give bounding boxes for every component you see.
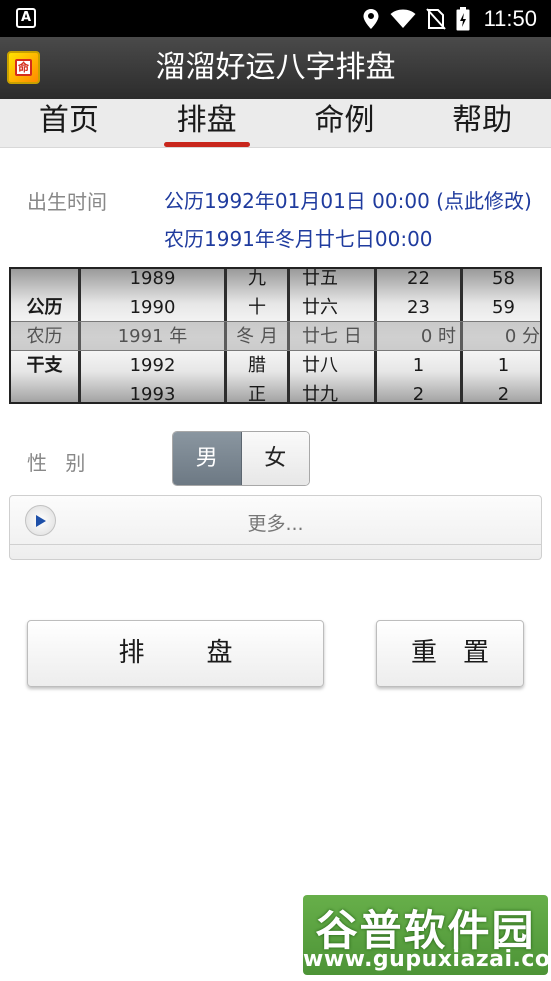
tab-paipan[interactable]: 排盘	[138, 99, 276, 147]
lunar-date-text: 农历1991年冬月廿七日00:00	[164, 227, 433, 251]
month-option[interactable]: 正	[227, 380, 287, 402]
day-option[interactable]: 廿五	[290, 269, 374, 293]
year-option[interactable]: 1989	[81, 269, 224, 293]
divider	[10, 544, 541, 545]
day-option[interactable]: 廿八	[290, 351, 374, 380]
location-icon	[362, 8, 380, 30]
tab-help[interactable]: 帮助	[413, 99, 551, 147]
gender-male-button[interactable]: 男	[173, 432, 242, 485]
solar-date-link[interactable]: 公历1992年01月01日 00:00 (点此修改)	[164, 185, 532, 214]
status-bar: A 11:50	[0, 0, 551, 37]
battery-charging-icon	[456, 6, 470, 31]
app-title: 溜溜好运八字排盘	[155, 50, 396, 85]
year-option[interactable]: 1990	[81, 293, 224, 322]
hour-option[interactable]: 22	[377, 269, 460, 293]
calculate-button[interactable]: 排盘	[27, 620, 324, 687]
year-option[interactable]: 1993	[81, 380, 224, 402]
picker-label-ganzhi: 干支	[26, 355, 63, 376]
minute-option[interactable]: 58	[463, 269, 540, 293]
month-option[interactable]: 腊	[227, 351, 287, 380]
picker-label-solar: 公历	[26, 297, 63, 318]
date-picker[interactable]: 公历 农历 干支 1989 1990 1991 年 1992 1993 九 十 …	[9, 267, 542, 404]
birth-time-label: 出生时间	[27, 190, 107, 214]
tab-cases[interactable]: 命例	[276, 99, 414, 147]
hour-option[interactable]: 1	[377, 351, 460, 380]
gender-label: 性 别	[27, 451, 92, 475]
title-bar: 命 溜溜好运八字排盘	[0, 37, 551, 99]
year-option[interactable]: 1992	[81, 351, 224, 380]
month-option[interactable]: 十	[227, 293, 287, 322]
watermark: 谷普软件园 www.gupuxiazai.com	[303, 895, 551, 975]
watermark-url: www.gupuxiazai.com	[303, 947, 551, 972]
day-option[interactable]: 廿六	[290, 293, 374, 322]
gender-female-button[interactable]: 女	[241, 432, 309, 485]
clock: 11:50	[483, 5, 537, 31]
day-option[interactable]: 廿九	[290, 380, 374, 402]
more-options-bar[interactable]: 更多...	[9, 495, 542, 560]
gender-toggle[interactable]: 男 女	[172, 431, 310, 486]
hour-option[interactable]: 2	[377, 380, 460, 402]
notification-icon: A	[16, 8, 36, 28]
wifi-icon	[390, 9, 416, 29]
month-option[interactable]: 九	[227, 269, 287, 293]
minute-option[interactable]: 1	[463, 351, 540, 380]
tab-home[interactable]: 首页	[0, 99, 138, 147]
minute-option[interactable]: 59	[463, 293, 540, 322]
no-sim-icon	[425, 7, 446, 30]
more-options-label: 更多...	[247, 513, 304, 535]
hour-option[interactable]: 23	[377, 293, 460, 322]
minute-option[interactable]: 2	[463, 380, 540, 402]
tab-bar: 首页 排盘 命例 帮助	[0, 99, 551, 148]
picker-selection-band	[11, 321, 540, 351]
reset-button[interactable]: 重置	[376, 620, 524, 687]
